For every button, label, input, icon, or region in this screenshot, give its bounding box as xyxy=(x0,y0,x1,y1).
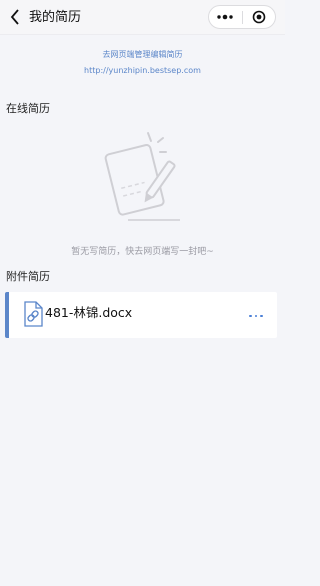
empty-document-illustration xyxy=(104,132,180,221)
more-dots-icon xyxy=(217,14,233,20)
document-link-icon xyxy=(24,301,43,327)
back-button[interactable] xyxy=(6,8,24,26)
more-dot xyxy=(249,314,252,318)
chevron-left-icon xyxy=(10,9,19,25)
web-url-link[interactable]: http://yunzhipin.bestsep.com xyxy=(0,65,285,76)
close-button[interactable] xyxy=(243,6,276,28)
more-dot xyxy=(260,314,263,318)
menu-button[interactable] xyxy=(209,6,242,28)
file-more-button[interactable] xyxy=(245,311,267,321)
nav-bar: 我的简历 xyxy=(0,0,285,35)
attachment-resume-title: 附件简历 xyxy=(6,270,50,283)
more-dot xyxy=(254,314,258,318)
target-close-icon xyxy=(252,10,266,24)
web-manage-hint: 去网页端管理编辑简历 xyxy=(102,50,183,59)
online-resume-title: 在线简历 xyxy=(6,102,50,115)
page-title: 我的简历 xyxy=(29,10,82,25)
empty-state-text: 暂无写简历，快去网页端写一封吧~ xyxy=(71,247,214,257)
attachment-file-name: 481-林锦.docx xyxy=(45,305,133,320)
attachment-file-card[interactable]: 481-林锦.docx xyxy=(5,292,277,338)
mini-program-capsule xyxy=(208,5,276,29)
